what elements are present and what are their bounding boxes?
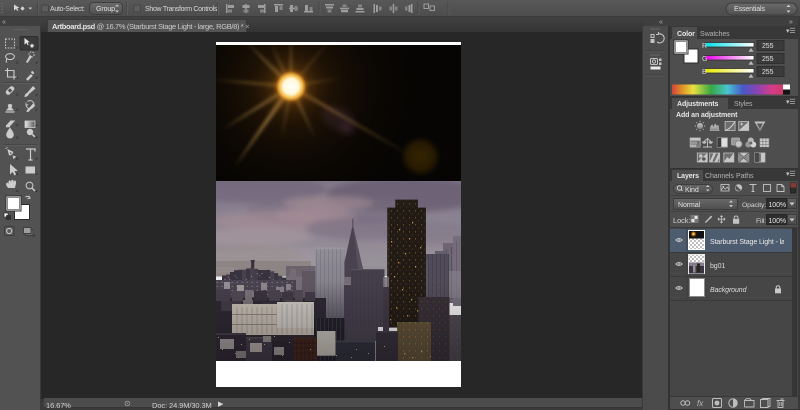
svg-text:fx: fx — [697, 399, 704, 408]
